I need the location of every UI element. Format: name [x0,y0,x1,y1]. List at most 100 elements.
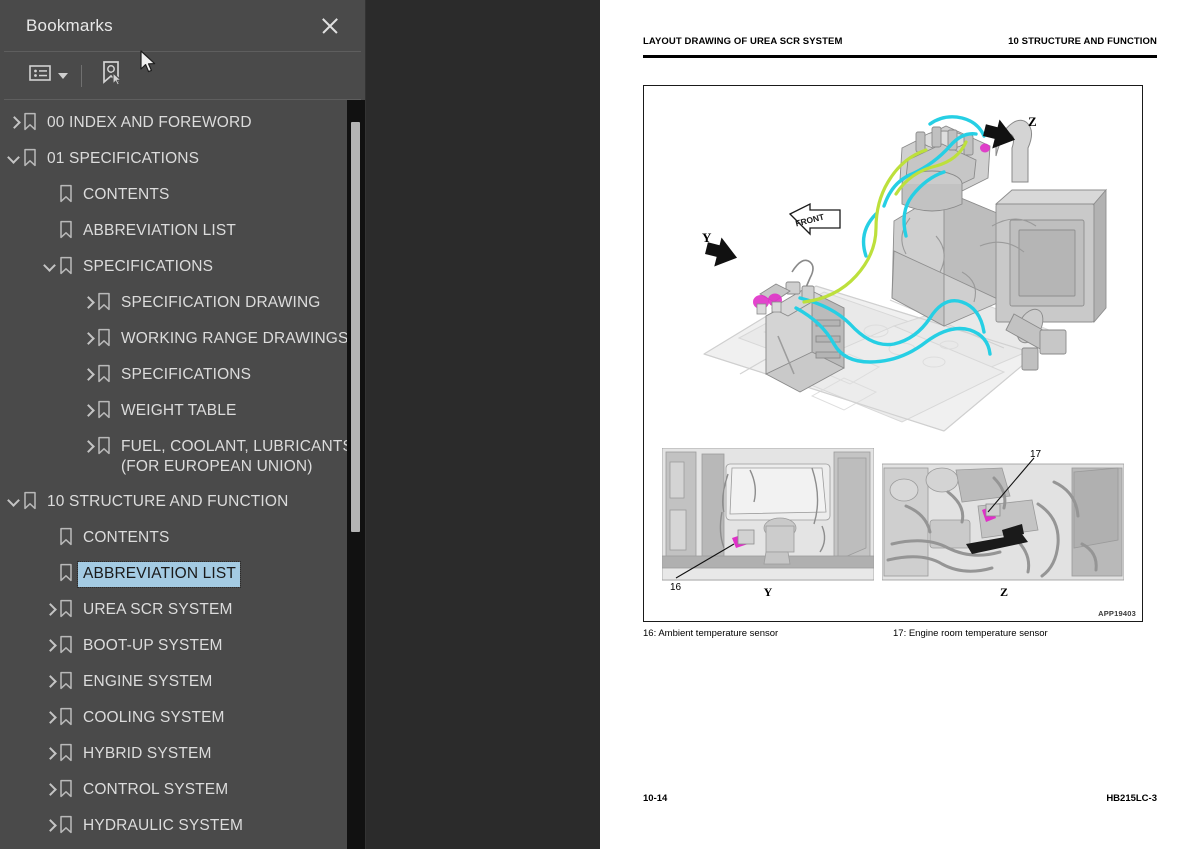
chevron-down-icon[interactable] [44,257,58,277]
chevron-right-icon[interactable] [44,636,58,656]
toolbar-separator [81,64,82,87]
document-viewer: LAYOUT DRAWING OF UREA SCR SYSTEM 10 STR… [366,0,1200,849]
detail-letter-z: Z [1000,585,1008,599]
bookmark-icon [22,491,38,511]
bookmark-label: FUEL, COOLANT, LUBRICANTS (FOR EUROPEAN … [121,438,353,475]
bookmark-item[interactable]: COOLING SYSTEM [0,701,365,737]
chevron-right-icon[interactable] [44,780,58,800]
figure-captions: 16: Ambient temperature sensor 17: Engin… [643,628,1143,639]
bookmark-item[interactable]: ENGINE SYSTEM [0,665,365,701]
bookmark-label: 01 SPECIFICATIONS [47,150,200,167]
chevron-right-icon[interactable] [82,437,96,457]
bookmark-label-wrap: 01 SPECIFICATIONS [42,147,203,172]
bookmark-label-wrap: CONTENTS [78,526,173,551]
caption-16: 16: Ambient temperature sensor [643,628,779,639]
chevron-right-icon[interactable] [44,744,58,764]
bookmark-label-wrap: 00 INDEX AND FOREWORD [42,111,256,136]
chevron-down-icon[interactable] [8,149,22,169]
bookmark-label-wrap: WEIGHT TABLE [116,399,241,424]
chevron-right-icon[interactable] [44,672,58,692]
page-number: 10-14 [643,793,668,804]
bookmark-label: WEIGHT TABLE [121,402,237,419]
bookmark-item[interactable]: CONTENTS [0,178,365,214]
page-footer: 10-14 HB215LC-3 [643,793,1157,804]
bookmark-item[interactable]: ABBREVIATION LIST [0,214,365,250]
bookmark-label: ABBREVIATION LIST [83,565,236,582]
chevron-right-icon[interactable] [44,816,58,836]
chevron-right-icon[interactable] [82,365,96,385]
detail-letter-y: Y [764,585,773,599]
bookmark-item[interactable]: SPECIFICATIONS [0,358,365,394]
bookmark-label-wrap: SPECIFICATIONS [116,363,255,388]
chevron-placeholder [44,564,58,584]
chevron-right-icon[interactable] [8,113,22,133]
bookmark-item[interactable]: WORKING RANGE DRAWINGS [0,322,365,358]
bookmark-icon [58,815,74,835]
close-icon[interactable] [317,13,343,39]
bookmark-label-wrap: ENGINE SYSTEM [78,670,216,695]
bookmark-item[interactable]: BOOT-UP SYSTEM [0,629,365,665]
detail-view-z: 17 Z [882,449,1124,599]
bookmark-label-wrap: WORKING RANGE DRAWINGS [116,327,352,352]
bookmark-label-wrap: FUEL, COOLANT, LUBRICANTS (FOR EUROPEAN … [116,435,357,480]
bookmark-label: ENGINE SYSTEM [83,673,213,690]
bookmark-label: WORKING RANGE DRAWINGS [121,330,349,347]
list-options-button[interactable] [26,61,71,90]
bookmark-icon [96,436,112,456]
chevron-down-icon [58,72,68,79]
bookmark-label: HYDRAULIC SYSTEM [83,817,244,834]
bookmark-label-wrap: CONTROL SYSTEM [78,778,232,803]
bookmark-label: UREA SCR SYSTEM [83,601,233,618]
page-header: LAYOUT DRAWING OF UREA SCR SYSTEM 10 STR… [643,36,1157,47]
bookmarks-scrollbar[interactable] [347,100,365,849]
chevron-right-icon[interactable] [82,401,96,421]
chevron-down-icon[interactable] [8,492,22,512]
bookmark-icon [58,707,74,727]
bookmark-item[interactable]: UREA SCR SYSTEM [0,593,365,629]
bookmark-label-wrap: COOLING SYSTEM [78,706,229,731]
view-letter-z: Z [1028,114,1037,129]
bookmark-item[interactable]: FUEL, COOLANT, LUBRICANTS (FOR EUROPEAN … [0,430,365,485]
bookmark-icon [58,743,74,763]
bookmark-icon [58,671,74,691]
chevron-right-icon[interactable] [44,708,58,728]
bookmark-icon [58,527,74,547]
detail-view-y: 16 Y [662,448,874,599]
bookmark-icon [22,112,38,132]
new-bookmark-button[interactable] [96,57,126,94]
bookmark-label: 10 STRUCTURE AND FUNCTION [47,493,289,510]
callout-16: 16 [670,582,682,593]
chevron-right-icon[interactable] [44,600,58,620]
bookmark-item[interactable]: HYDRAULIC SYSTEM [0,809,365,845]
page-header-right: 10 STRUCTURE AND FUNCTION [1008,36,1157,47]
bookmark-item[interactable]: WEIGHT TABLE [0,394,365,430]
bookmark-label-wrap: 10 STRUCTURE AND FUNCTION [42,490,292,515]
bookmark-icon [96,400,112,420]
bookmark-label: 00 INDEX AND FOREWORD [47,114,252,131]
bookmark-icon [58,635,74,655]
bookmarks-panel-header: Bookmarks [4,0,361,52]
bookmark-item[interactable]: 01 SPECIFICATIONS [0,142,365,178]
bookmark-icon [96,292,112,312]
chevron-right-icon[interactable] [82,329,96,349]
bookmark-icon [58,599,74,619]
bookmark-label-wrap: HYDRAULIC SYSTEM [78,814,247,839]
bookmark-item[interactable]: CONTROL SYSTEM [0,773,365,809]
bookmark-item[interactable]: CONTENTS [0,521,365,557]
bookmarks-scrollbar-thumb[interactable] [351,122,360,532]
bookmark-label: CONTENTS [83,529,170,546]
bookmark-item[interactable]: SPECIFICATIONS [0,250,365,286]
bookmark-item[interactable]: 10 STRUCTURE AND FUNCTION [0,485,365,521]
bookmark-item[interactable]: HYBRID SYSTEM [0,737,365,773]
bookmark-icon [58,220,74,240]
bookmark-label: HYBRID SYSTEM [83,745,212,762]
bookmark-label-wrap: ABBREVIATION LIST [78,219,240,244]
chevron-right-icon[interactable] [82,293,96,313]
bookmark-item[interactable]: SPECIFICATION DRAWING [0,286,365,322]
bookmark-label: SPECIFICATIONS [121,366,252,383]
bookmark-item[interactable]: 00 INDEX AND FOREWORD [0,106,365,142]
page-header-left: LAYOUT DRAWING OF UREA SCR SYSTEM [643,36,843,47]
bookmark-icon [58,184,74,204]
bookmark-item[interactable]: ABBREVIATION LIST [0,557,365,593]
bookmark-label: COOLING SYSTEM [83,709,225,726]
